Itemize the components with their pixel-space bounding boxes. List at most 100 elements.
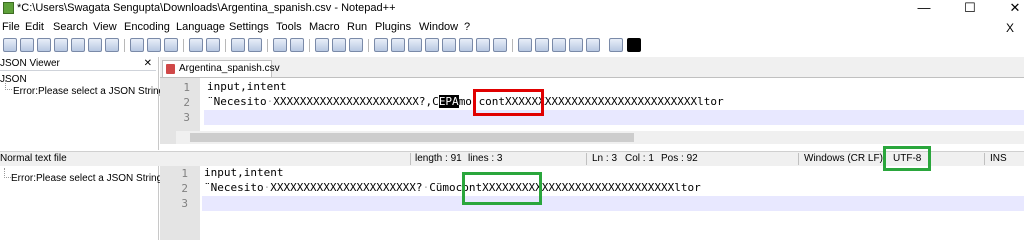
line-number: 1 (181, 167, 188, 180)
menu-view[interactable]: View (93, 21, 117, 33)
tree-connector (4, 168, 11, 178)
status-insert-mode: INS (990, 153, 1007, 164)
code-segment: XXXXXXXXXXXXXXXXXXXXXX?,C (273, 95, 439, 108)
monitoring-icon[interactable] (476, 38, 490, 52)
code-segment: mo (458, 95, 472, 108)
json-tree-error[interactable]: Error:Please select a JSON String. (13, 86, 167, 97)
code-line-1: input,intent (207, 80, 287, 93)
status-line-number: Ln : 3 (592, 153, 618, 164)
menu-search[interactable]: Search (53, 21, 88, 33)
menu-help[interactable]: ? (464, 21, 470, 33)
close-all-icon[interactable] (88, 38, 102, 52)
macro-stop-icon[interactable] (535, 38, 549, 52)
menu-run[interactable]: Run (347, 21, 367, 33)
close-icon[interactable] (71, 38, 85, 52)
unsaved-file-icon (166, 64, 175, 74)
status-position: Pos : 92 (661, 153, 698, 164)
show-all-characters-icon[interactable] (374, 38, 388, 52)
language-panel-icon[interactable] (408, 38, 422, 52)
menu-file[interactable]: File (2, 21, 20, 33)
menu-window[interactable]: Window (419, 21, 458, 33)
undo-icon[interactable] (189, 38, 203, 52)
gutter-corner (160, 131, 176, 144)
json-viewer-header: JSON Viewer ✕ (0, 58, 156, 71)
current-line-highlight (204, 110, 1024, 125)
title-bar: *C:\Users\Swagata Sengupta\Downloads\Arg… (0, 0, 1024, 17)
save-all-icon[interactable] (54, 38, 68, 52)
folder-workspace-icon[interactable] (459, 38, 473, 52)
tab-argentina-spanish-csv[interactable]: Argentina_spanish.csv (162, 60, 280, 77)
sync-horizontal-icon[interactable] (332, 38, 346, 52)
line-number: 3 (181, 197, 188, 210)
json-viewer-title: JSON Viewer (0, 58, 60, 69)
scrollbar-thumb[interactable] (190, 133, 634, 142)
annotation-green-box-text (462, 172, 542, 205)
toolbar-separator (309, 39, 310, 52)
macro-play-icon[interactable] (552, 38, 566, 52)
notepadpp-app-icon (3, 2, 14, 14)
horizontal-scrollbar[interactable] (176, 131, 1024, 144)
menu-encoding[interactable]: Encoding (124, 21, 170, 33)
code-line-2: ¨Necesito·XXXXXXXXXXXXXXXXXXXXXX?,CEPAmo… (207, 95, 724, 108)
editor-bottom[interactable]: 1 2 3 input,intent ¨Necesito·XXXXXXXXXXX… (160, 166, 1024, 240)
cut-icon[interactable] (130, 38, 144, 52)
menu-plugins[interactable]: Plugins (375, 21, 411, 33)
replace-icon[interactable] (248, 38, 262, 52)
maximize-button[interactable]: ☐ (950, 0, 990, 17)
json-tree-error-2[interactable]: Error:Please select a JSON String. (11, 173, 165, 184)
macro-play-multiple-icon[interactable] (569, 38, 583, 52)
json-tree-root[interactable]: JSON (0, 74, 27, 85)
line-number: 3 (183, 111, 190, 124)
macro-save-icon[interactable] (586, 38, 600, 52)
minimize-button[interactable]: — (904, 0, 944, 17)
menu-macro[interactable]: Macro (309, 21, 340, 33)
status-divider (984, 153, 985, 165)
sync-vertical-icon[interactable] (315, 38, 329, 52)
close-document-icon[interactable]: X (1006, 21, 1014, 35)
toolbar-separator (124, 39, 125, 52)
paste-icon[interactable] (164, 38, 178, 52)
status-eol: Windows (CR LF) (804, 153, 883, 164)
status-divider (410, 153, 411, 165)
status-file-type: Normal text file (0, 153, 67, 164)
annotation-red-box (473, 89, 544, 116)
line-number: 2 (181, 182, 188, 195)
copy-icon[interactable] (147, 38, 161, 52)
json-viewer-plugin-icon[interactable] (627, 38, 641, 52)
redo-icon[interactable] (206, 38, 220, 52)
current-line-highlight (202, 196, 1024, 211)
code-segment: XXXXXXXXXXXXXXXXXXXXXX? (270, 181, 423, 194)
new-file-icon[interactable] (3, 38, 17, 52)
zoom-in-icon[interactable] (273, 38, 287, 52)
function-list-icon[interactable] (442, 38, 456, 52)
status-divider (798, 153, 799, 165)
word-wrap-icon[interactable] (349, 38, 363, 52)
menu-bar: File Edit Search View Encoding Language … (0, 19, 1024, 37)
status-column: Col : 1 (625, 153, 654, 164)
find-icon[interactable] (231, 38, 245, 52)
macro-record-icon[interactable] (518, 38, 532, 52)
close-panel-icon[interactable]: ✕ (144, 58, 152, 69)
print-icon[interactable] (105, 38, 119, 52)
close-window-button[interactable]: ✕ (995, 0, 1024, 17)
open-file-icon[interactable] (20, 38, 34, 52)
plugin-icon[interactable] (609, 38, 623, 52)
toolbar-separator (512, 39, 513, 52)
menu-settings[interactable]: Settings (229, 21, 269, 33)
document-tab-bar: Argentina_spanish.csv (160, 57, 1024, 78)
menu-edit[interactable]: Edit (25, 21, 44, 33)
indent-guide-icon[interactable] (391, 38, 405, 52)
code-line-1: input,intent (204, 166, 284, 179)
menu-language[interactable]: Language (176, 21, 225, 33)
document-map-icon[interactable] (425, 38, 439, 52)
save-icon[interactable] (37, 38, 51, 52)
line-number: 1 (183, 81, 190, 94)
status-lines: lines : 3 (468, 153, 503, 164)
code-line-2: ¨Necesito·XXXXXXXXXXXXXXXXXXXXXX?·Cümoco… (204, 181, 701, 194)
status-length: length : 91 (415, 153, 462, 164)
eye-icon[interactable] (493, 38, 507, 52)
menu-tools[interactable]: Tools (276, 21, 302, 33)
editor-top[interactable]: 1 2 3 input,intent ¨Necesito·XXXXXXXXXXX… (160, 78, 1024, 131)
zoom-out-icon[interactable] (290, 38, 304, 52)
toolbar-separator (183, 39, 184, 52)
